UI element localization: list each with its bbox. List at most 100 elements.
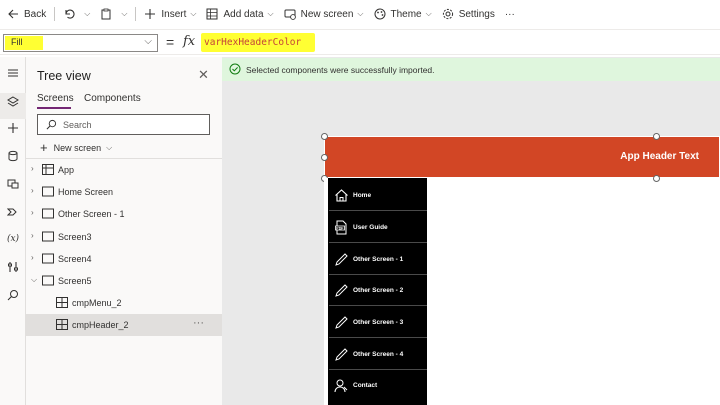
pencil-icon <box>335 316 348 329</box>
tools-icon[interactable] <box>4 258 22 276</box>
divider <box>54 7 56 21</box>
fx-icon: fx <box>183 34 196 49</box>
back-button[interactable]: Back <box>0 0 51 28</box>
plus-icon: + <box>40 140 48 155</box>
resize-handle[interactable] <box>653 175 660 182</box>
layers-icon[interactable] <box>4 93 22 111</box>
pdf-icon: PDF <box>335 220 347 235</box>
chevron-right-icon[interactable]: › <box>31 253 34 262</box>
search-placeholder: Search <box>63 120 92 130</box>
tree-node-other-screen-1[interactable]: › Other Screen - 1 <box>26 203 222 225</box>
tree-node-label: Screen3 <box>58 232 92 242</box>
close-icon[interactable]: ✕ <box>198 67 209 83</box>
left-rail: (x) <box>0 57 26 405</box>
search-input[interactable]: Search <box>37 114 210 135</box>
tree-node-label: Screen5 <box>58 276 92 286</box>
tree-node-screen5[interactable]: ⌵ Screen5 <box>26 270 222 292</box>
pencil-icon <box>335 253 348 266</box>
menu-item-label: Other Screen - 2 <box>353 287 404 294</box>
screen-icon <box>42 231 54 242</box>
design-canvas[interactable]: Selected components were successfully im… <box>222 57 720 405</box>
chevron-right-icon[interactable]: › <box>31 186 34 195</box>
insert-button[interactable]: Insert ⌵ <box>139 0 201 28</box>
new-screen-button[interactable]: + New screen ⌵ <box>40 140 112 155</box>
settings-label: Settings <box>458 8 495 20</box>
command-bar: Back ⌵ ⌵ Insert ⌵ Add data ⌵ New screen … <box>0 0 720 28</box>
screen-icon <box>42 208 54 219</box>
success-notification: Selected components were successfully im… <box>222 58 720 81</box>
tab-components[interactable]: Components <box>84 93 141 104</box>
chevron-down-icon: ⌵ <box>267 9 274 18</box>
app-icon <box>42 164 54 175</box>
property-value: Fill <box>11 37 23 47</box>
variables-icon[interactable]: (x) <box>4 230 22 248</box>
menu-item-other-screen-1[interactable]: Other Screen - 1 <box>329 244 427 275</box>
hamburger-icon[interactable] <box>4 64 22 82</box>
settings-button[interactable]: Settings <box>437 0 500 28</box>
tree-view-panel: Tree view ✕ Screens Components Search + … <box>26 57 222 405</box>
new-screen-icon <box>284 9 296 20</box>
tab-screens[interactable]: Screens <box>37 93 74 104</box>
component-icon <box>56 319 68 330</box>
menu-item-label: Other Screen - 3 <box>353 319 404 326</box>
menu-item-other-screen-4[interactable]: Other Screen - 4 <box>329 339 427 370</box>
formula-bar: Fill ⌵ = fx varHexHeaderColor <box>0 29 720 55</box>
power-automate-icon[interactable] <box>4 203 22 221</box>
pencil-icon <box>335 348 348 361</box>
screen-icon <box>42 186 54 197</box>
tree-node-screen3[interactable]: › Screen3 <box>26 226 222 248</box>
search-icon[interactable] <box>4 286 22 304</box>
chevron-down-icon[interactable]: ⌵ <box>121 9 127 19</box>
tree-node-cmpmenu-2[interactable]: cmpMenu_2 <box>26 292 222 314</box>
tree-node-cmpheader-2[interactable]: cmpHeader_2 ··· <box>26 314 222 336</box>
tree-node-home-screen[interactable]: › Home Screen <box>26 181 222 203</box>
chevron-right-icon[interactable]: › <box>31 208 34 217</box>
chevron-right-icon[interactable]: › <box>31 231 34 240</box>
theme-label: Theme <box>390 8 422 20</box>
tree-node-label: Screen4 <box>58 254 92 264</box>
menu-item-label: Home <box>353 192 372 199</box>
menu-item-label: User Guide <box>353 224 388 231</box>
chevron-down-icon[interactable]: ⌵ <box>31 275 37 285</box>
tree-node-app[interactable]: › App <box>26 159 222 181</box>
new-screen-button[interactable]: New screen ⌵ <box>279 0 369 28</box>
menu-item-home[interactable]: Home <box>329 180 427 211</box>
menu-item-other-screen-2[interactable]: Other Screen - 2 <box>329 275 427 306</box>
plus-icon <box>145 9 156 19</box>
chevron-down-icon: ⌵ <box>425 9 432 18</box>
paste-button[interactable]: ⌵ <box>95 0 132 28</box>
more-options-icon[interactable]: ··· <box>193 317 204 329</box>
formula-input[interactable]: varHexHeaderColor <box>204 37 301 48</box>
resize-handle[interactable] <box>653 133 660 140</box>
check-circle-icon <box>229 63 241 75</box>
resize-handle[interactable] <box>321 154 328 161</box>
add-data-icon <box>206 8 218 20</box>
menu-item-contact[interactable]: Contact <box>329 370 427 401</box>
resize-handle[interactable] <box>321 133 328 140</box>
tree-node-screen4[interactable]: › Screen4 <box>26 248 222 270</box>
new-screen-label: New screen <box>300 8 354 20</box>
menu-item-label: Other Screen - 1 <box>353 256 404 263</box>
chevron-down-icon[interactable]: ⌵ <box>84 9 90 19</box>
chevron-right-icon[interactable]: › <box>31 164 34 173</box>
theme-button[interactable]: Theme ⌵ <box>369 0 437 28</box>
undo-button[interactable]: ⌵ <box>58 0 95 28</box>
property-dropdown[interactable]: Fill ⌵ <box>3 34 158 52</box>
database-icon[interactable] <box>4 147 22 165</box>
menu-component[interactable]: Home PDF User Guide Other Screen - 1 Oth… <box>324 178 427 405</box>
plus-icon[interactable] <box>4 119 22 137</box>
insert-label: Insert <box>161 8 187 20</box>
menu-item-other-screen-3[interactable]: Other Screen - 3 <box>329 307 427 338</box>
media-icon[interactable] <box>4 175 22 193</box>
tree-node-label: App <box>58 165 75 175</box>
chevron-down-icon: ⌵ <box>144 36 152 47</box>
tree-node-label: Other Screen - 1 <box>58 209 125 219</box>
more-button[interactable]: ··· <box>500 0 520 28</box>
menu-item-user-guide[interactable]: PDF User Guide <box>329 212 427 243</box>
menu-item-label: Contact <box>353 382 378 389</box>
contact-icon <box>334 379 348 393</box>
selection-outline <box>324 136 720 178</box>
undo-icon <box>65 9 75 19</box>
chevron-down-icon: ⌵ <box>357 9 364 18</box>
add-data-button[interactable]: Add data ⌵ <box>201 0 278 28</box>
